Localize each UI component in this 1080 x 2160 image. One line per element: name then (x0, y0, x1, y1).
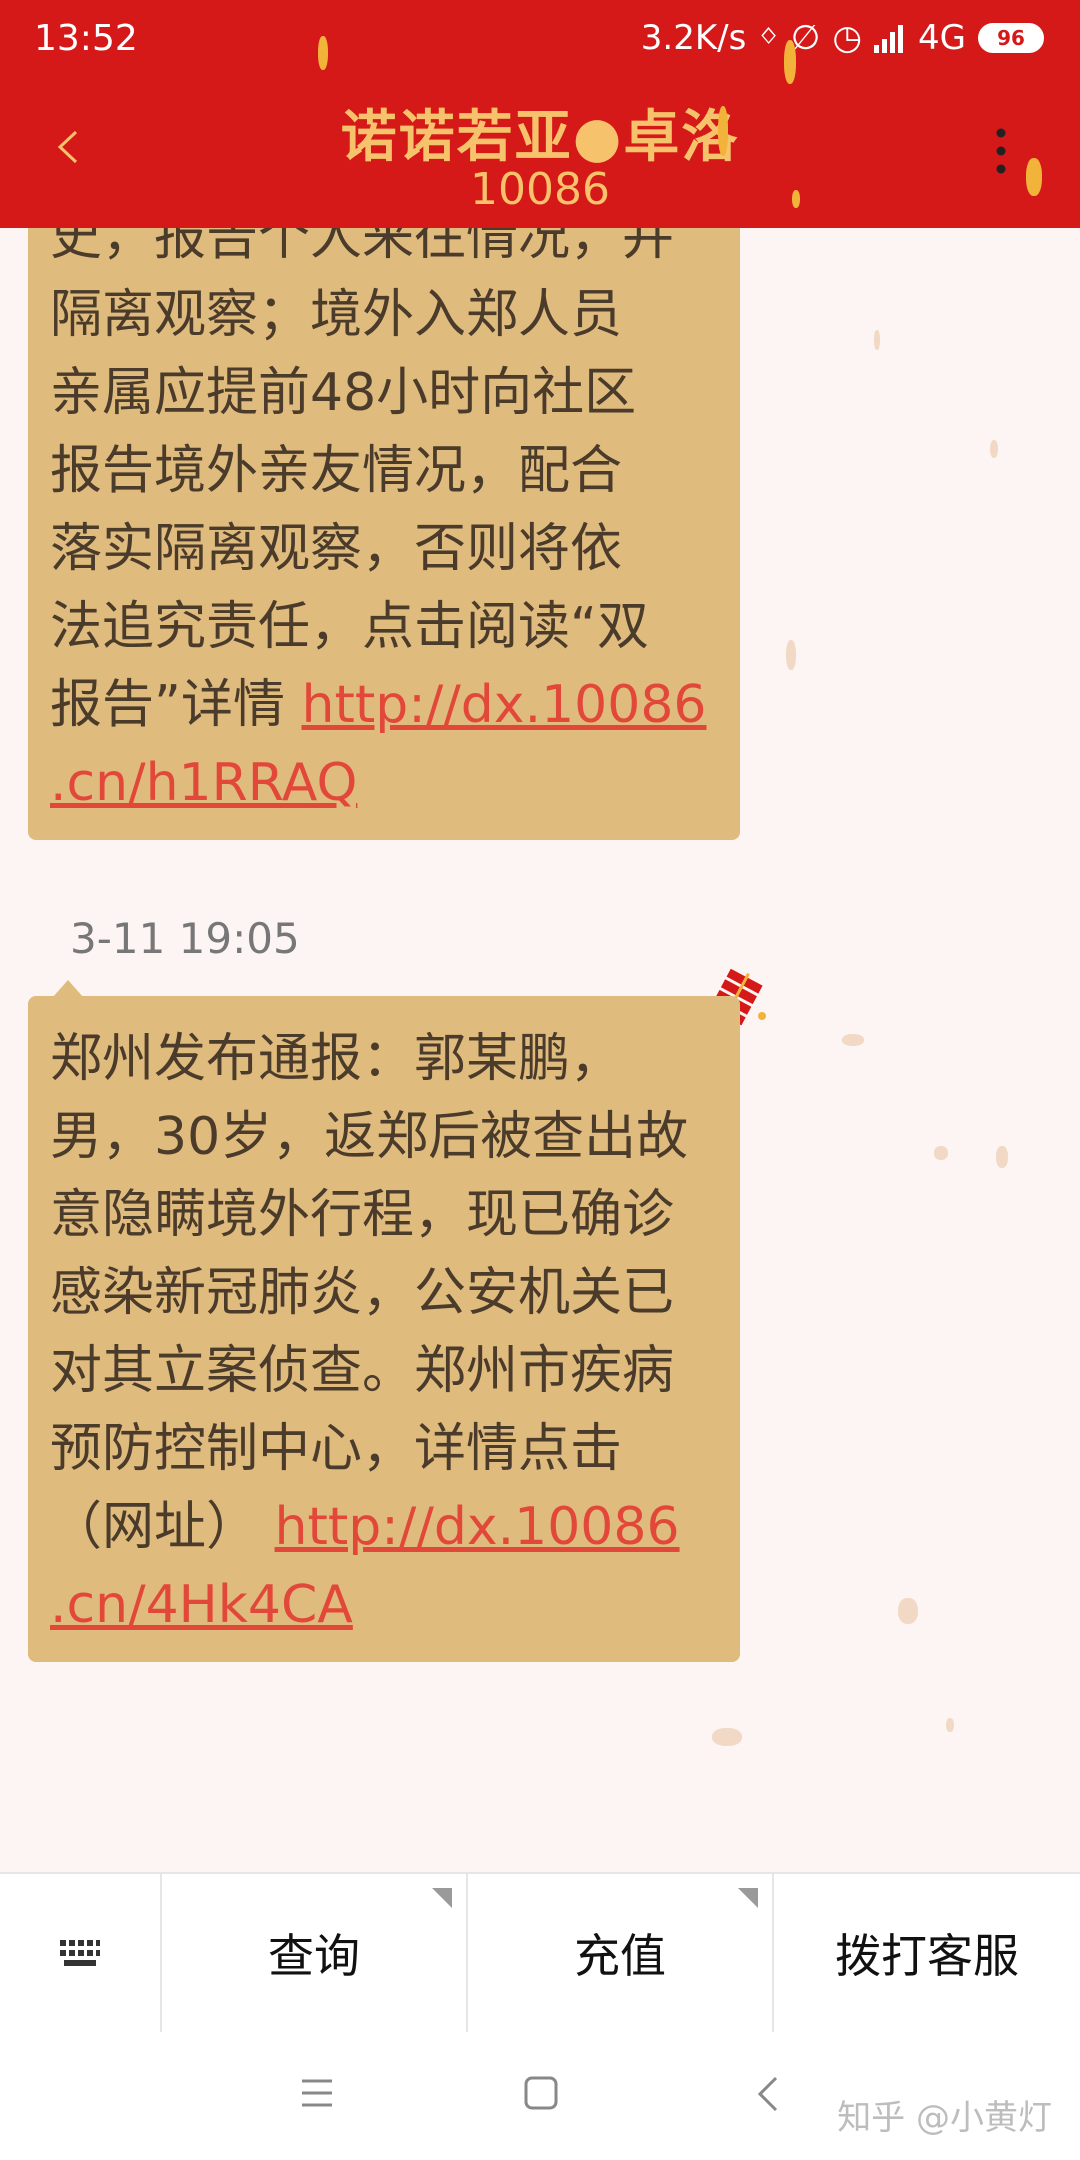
message-line: 郑州发布通报：郭某鹏， (50, 1029, 623, 1089)
message-line: .cn/h1RRAQ (50, 744, 720, 822)
alarm-icon: ◷ (832, 18, 863, 58)
message-line: 意隐瞒境外行程，现已确诊 (50, 1185, 675, 1245)
message-link[interactable]: .cn/4Hk4CA (50, 1575, 353, 1635)
menu-call-service-button[interactable]: 拨打客服 (774, 1874, 1080, 2032)
confetti-decoration (934, 1146, 948, 1160)
submenu-indicator-icon (738, 1888, 758, 1908)
contact-name: 诺诺若亚●卓洛 (340, 105, 740, 170)
network-type: 4G (918, 18, 966, 58)
confetti-decoration (874, 330, 880, 350)
menu-recharge-label: 充值 (574, 1929, 666, 1983)
message-line: 感染新冠肺炎，公安机关已 (50, 1263, 675, 1323)
network-speed: 3.2K/s (640, 18, 747, 58)
message-line: 报告”详情 http://dx.10086 (50, 666, 720, 744)
status-time: 13:52 (34, 18, 138, 59)
confetti-decoration (792, 190, 800, 208)
app-header: 13:52 3.2K/s ᛜ ∅ ◷ 4G 96 诺诺若亚●卓洛 10086 (0, 0, 1080, 228)
message-line-text: 报告”详情 (50, 675, 302, 735)
message-line: （网址） http://dx.10086 (50, 1488, 720, 1566)
menu-call-service-label: 拨打客服 (835, 1929, 1019, 1983)
contact-number: 10086 (470, 164, 610, 215)
message-link[interactable]: http://dx.10086 (301, 675, 706, 735)
more-options-icon[interactable] (996, 128, 1006, 174)
message-link[interactable]: http://dx.10086 (275, 1497, 680, 1557)
menu-recharge-button[interactable]: 充值 (468, 1874, 774, 2032)
message-line-text: （网址） (50, 1497, 275, 1557)
submenu-indicator-icon (432, 1888, 452, 1908)
confetti-decoration (784, 40, 796, 84)
message-line: 隔离观察；境外入郑人员 (50, 285, 623, 345)
message-line: 法追究责任，点击阅读“双 (50, 597, 649, 657)
confetti-decoration (718, 106, 728, 156)
message-bubble[interactable]: 郑州发布通报：郭某鹏， 男，30岁，返郑后被查出故 意隐瞒境外行程，现已确诊 感… (28, 996, 740, 1662)
confetti-decoration (318, 36, 328, 70)
confetti-decoration (898, 1598, 918, 1624)
menu-query-label: 查询 (268, 1929, 360, 1983)
message-body: 史，报告个人来往情况，并 隔离观察；境外入郑人员 亲属应提前48小时向社区 报告… (50, 198, 720, 822)
message-line: 男，30岁，返郑后被查出故 (50, 1107, 689, 1167)
service-menu: 查询 充值 拨打客服 (0, 1872, 1080, 2032)
message-line: .cn/4Hk4CA (50, 1566, 720, 1644)
message-line: 落实隔离观察，否则将依 (50, 519, 623, 579)
signal-icon (874, 25, 904, 53)
conversation-title: 诺诺若亚●卓洛 (0, 92, 1080, 173)
keyboard-icon (60, 1940, 100, 1966)
confetti-decoration (990, 440, 998, 458)
confetti-decoration (842, 1034, 864, 1046)
message-link[interactable]: .cn/h1RRAQ (50, 753, 357, 813)
message-line: 预防控制中心，详情点击 (50, 1419, 623, 1479)
home-icon[interactable] (524, 2076, 558, 2110)
message-timestamp: 3-11 19:05 (70, 914, 300, 963)
confetti-decoration (786, 640, 796, 670)
bluetooth-icon: ᛜ (758, 18, 779, 58)
keyboard-toggle-button[interactable] (0, 1874, 162, 2032)
message-line: 亲属应提前48小时向社区 (50, 363, 637, 423)
back-icon[interactable] (756, 2076, 780, 2112)
menu-query-button[interactable]: 查询 (162, 1874, 468, 2032)
message-line: 报告境外亲友情况，配合 (50, 441, 623, 501)
battery-icon: 96 (978, 23, 1044, 53)
confetti-decoration (946, 1718, 954, 1732)
message-line: 对其立案侦查。郑州市疾病 (50, 1341, 675, 1401)
menu-icon[interactable] (300, 2078, 334, 2108)
confetti-decoration (712, 1728, 742, 1746)
confetti-decoration (1026, 158, 1042, 196)
confetti-decoration (996, 1146, 1008, 1168)
watermark: 知乎 @小黄灯 (837, 2098, 1052, 2138)
status-icons: 3.2K/s ᛜ ∅ ◷ 4G 96 (641, 16, 1044, 60)
message-bubble[interactable]: 史，报告个人来往情况，并 隔离观察；境外入郑人员 亲属应提前48小时向社区 报告… (28, 150, 740, 840)
